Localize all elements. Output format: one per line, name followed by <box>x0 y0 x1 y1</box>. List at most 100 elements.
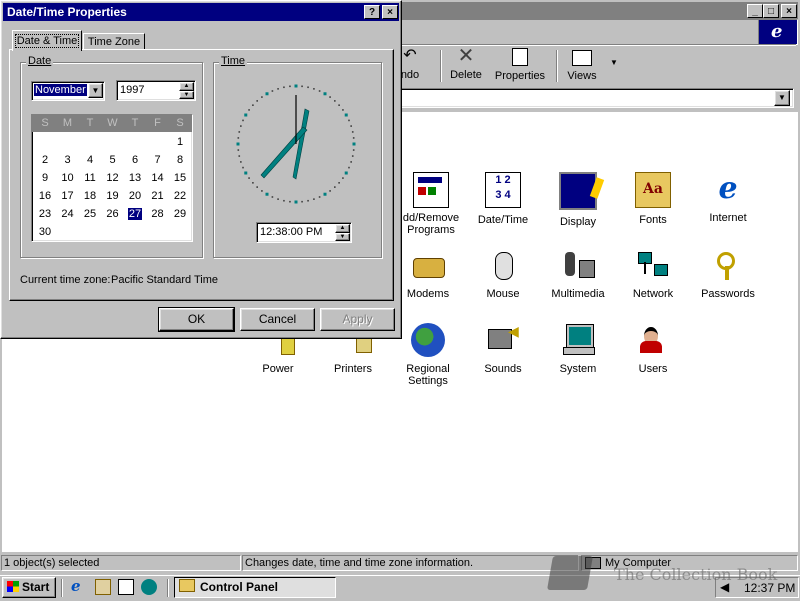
icon-passwords[interactable]: Passwords <box>691 248 765 300</box>
apply-button[interactable]: Apply <box>320 308 395 331</box>
calendar-day[interactable]: 18 <box>79 190 101 202</box>
views-button[interactable]: Views <box>562 46 602 82</box>
icon-system[interactable]: System <box>541 323 615 375</box>
address-field[interactable] <box>400 88 794 108</box>
calendar-day[interactable]: 25 <box>79 208 101 220</box>
start-button[interactable]: Start <box>2 577 56 598</box>
calendar-day[interactable]: 8 <box>169 154 191 166</box>
calendar-day[interactable]: 27 <box>128 208 142 220</box>
calendar-day[interactable]: 12 <box>102 172 124 184</box>
clock-tick <box>242 166 244 169</box>
year-down-button[interactable]: ▼ <box>179 91 194 99</box>
calendar-day[interactable]: 21 <box>147 190 169 202</box>
calendar-day[interactable]: 7 <box>147 154 169 166</box>
clock-tick <box>289 85 291 88</box>
year-stepper[interactable]: 1997 ▲ ▼ <box>116 80 196 101</box>
calendar-day[interactable]: 10 <box>57 172 79 184</box>
dialog-close-button[interactable]: × <box>382 5 398 19</box>
desktop-quicklaunch-icon[interactable] <box>118 579 134 595</box>
icon-fonts[interactable]: Aa Fonts <box>616 172 690 226</box>
icon-date-time[interactable]: 1 23 4 Date/Time <box>466 172 540 226</box>
keys-icon <box>711 248 745 282</box>
help-button[interactable]: ? <box>364 5 380 19</box>
icon-mouse[interactable]: Mouse <box>466 248 540 300</box>
calendar-day[interactable]: 1 <box>169 136 191 148</box>
calendar-day[interactable]: 9 <box>34 172 56 184</box>
calendar-day[interactable]: 2 <box>34 154 56 166</box>
minimize-button[interactable]: _ <box>747 4 763 18</box>
close-button[interactable]: × <box>781 4 797 18</box>
calendar-day[interactable]: 19 <box>102 190 124 202</box>
calendar-grid[interactable]: SMTWTFS 1 2 3 4 5 6 7 8 9 10 11 12 13 14 15 16 17 18 19 20 2… <box>31 114 193 242</box>
clock-tick <box>277 88 279 90</box>
clock-tick <box>256 186 258 188</box>
ok-button[interactable]: OK <box>158 307 235 332</box>
clock-tick <box>289 200 291 203</box>
weekday-label: T <box>86 117 94 129</box>
icon-regional-settings[interactable]: Regional Settings <box>391 323 465 387</box>
calendar-day[interactable]: 20 <box>124 190 146 202</box>
icon-multimedia[interactable]: Multimedia <box>541 248 615 300</box>
clock-tick <box>307 86 309 89</box>
month-select[interactable]: November ▼ <box>31 81 105 101</box>
ie-quicklaunch-icon[interactable]: e <box>71 579 87 595</box>
calendar-day[interactable]: 4 <box>79 154 101 166</box>
delete-button[interactable]: ✕ Delete <box>446 46 486 81</box>
calendar-day[interactable]: 11 <box>79 172 101 184</box>
clock-tick <box>313 88 315 90</box>
calendar-day[interactable]: 28 <box>147 208 169 220</box>
views-dropdown-arrow-icon[interactable]: ▼ <box>610 58 618 67</box>
properties-button[interactable]: Properties <box>494 46 546 82</box>
calendar-day[interactable]: 23 <box>34 208 56 220</box>
icon-label: System <box>559 363 597 375</box>
channels-quicklaunch-icon[interactable] <box>141 579 157 595</box>
clock-tick <box>252 104 254 106</box>
icon-internet[interactable]: e Internet <box>691 172 765 225</box>
time-stepper[interactable]: 12:38:00 PM ▲ ▼ <box>256 222 352 243</box>
globe-icon <box>411 323 445 357</box>
calendar-day[interactable]: 13 <box>124 172 146 184</box>
views-label: Views <box>567 70 597 82</box>
calendar-day[interactable]: 22 <box>169 190 191 202</box>
month-dropdown-button[interactable]: ▼ <box>88 83 103 98</box>
calendar-day[interactable]: 26 <box>102 208 124 220</box>
icon-sounds[interactable]: ◀ Sounds <box>466 323 540 375</box>
icon-display[interactable]: Display <box>541 172 615 228</box>
clock-tick <box>244 171 248 175</box>
outlook-quicklaunch-icon[interactable] <box>95 579 111 595</box>
clock-tick <box>283 199 285 202</box>
clock-tick <box>240 125 242 127</box>
icon-users[interactable]: Users <box>616 323 690 375</box>
calendar-day[interactable]: 29 <box>169 208 191 220</box>
windows-logo-icon <box>7 581 19 592</box>
icon-modems[interactable]: Modems <box>391 248 465 300</box>
clock-tick <box>271 196 274 198</box>
calendar-day[interactable]: 3 <box>57 154 79 166</box>
maximize-button[interactable]: □ <box>763 4 779 18</box>
address-dropdown-button[interactable]: ▼ <box>774 90 790 106</box>
task-label: Control Panel <box>200 580 279 594</box>
calendar-day[interactable]: 5 <box>102 154 124 166</box>
icon-label: Internet <box>709 212 747 224</box>
calendar-day[interactable]: 17 <box>57 190 79 202</box>
calendar-day[interactable]: 14 <box>147 172 169 184</box>
icon-add-remove-programs[interactable]: dd/Remove Programs <box>394 172 468 236</box>
time-down-button[interactable]: ▼ <box>335 233 350 241</box>
tab-time-zone[interactable]: Time Zone <box>83 33 145 50</box>
clock-tick <box>265 192 269 196</box>
properties-label: Properties <box>494 70 546 82</box>
clock-tick <box>237 149 240 151</box>
calendar-day[interactable]: 15 <box>169 172 191 184</box>
tab-date-time[interactable]: Date & Time <box>12 30 82 51</box>
calendar-day[interactable]: 24 <box>57 208 79 220</box>
calendar-day[interactable]: 16 <box>34 190 56 202</box>
watermark-text: The Collection Book <box>614 565 778 584</box>
time-up-button[interactable]: ▲ <box>335 224 350 233</box>
calendar-day[interactable]: 30 <box>34 226 56 238</box>
icon-label: Passwords <box>701 288 755 300</box>
year-up-button[interactable]: ▲ <box>179 82 194 91</box>
cancel-button[interactable]: Cancel <box>240 308 315 331</box>
icon-network[interactable]: Network <box>616 248 690 300</box>
calendar-day[interactable]: 6 <box>124 154 146 166</box>
task-control-panel[interactable]: Control Panel <box>174 577 336 598</box>
